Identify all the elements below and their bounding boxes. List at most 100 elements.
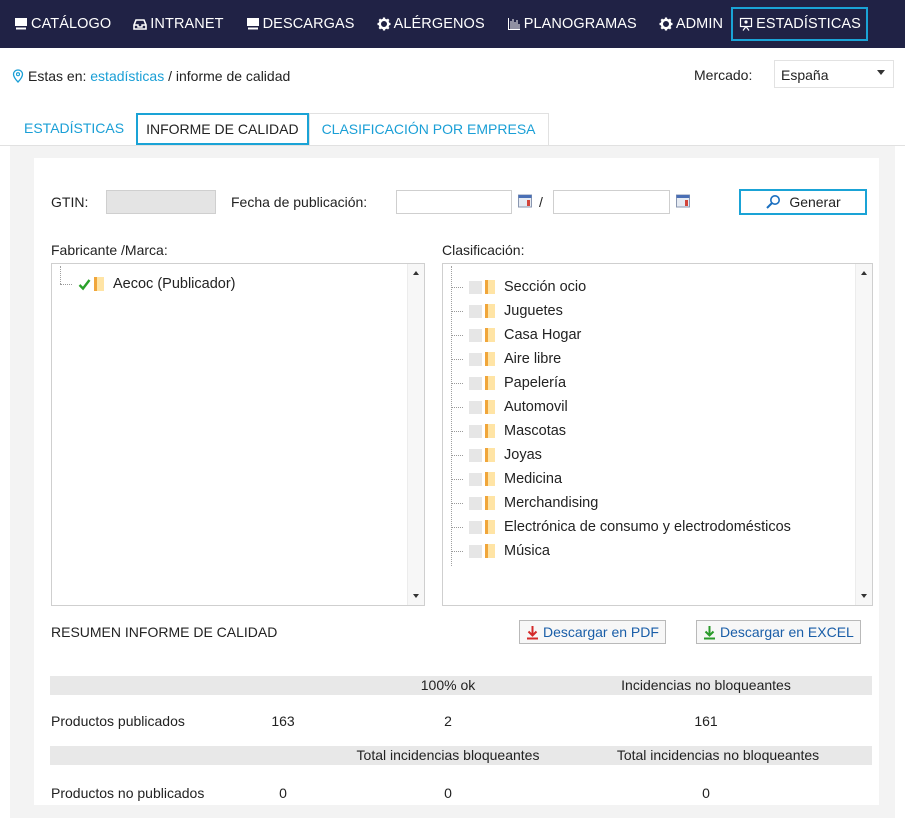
unpublished-blocking-count: 0: [444, 785, 452, 801]
tree-node-classification[interactable]: Aire libre: [451, 349, 561, 369]
download-excel-button[interactable]: Descargar en EXCEL: [696, 620, 861, 644]
nav-label: ALÉRGENOS: [393, 16, 485, 32]
gtin-input[interactable]: [106, 190, 216, 214]
tree-node-classification[interactable]: Mascotas: [451, 421, 566, 441]
scroll-down-icon[interactable]: [861, 594, 867, 598]
checkbox-unchecked[interactable]: [469, 400, 482, 414]
nav-item-alergenos[interactable]: ALÉRGENOS: [371, 7, 491, 41]
tree-node-label: Sección ocio: [504, 279, 587, 295]
generate-button-label: Generar: [789, 194, 841, 210]
tree-node-label: Joyas: [504, 447, 542, 463]
nav-item-estadisticas[interactable]: ESTADÍSTICAS: [731, 7, 868, 41]
checkmark-icon: [78, 278, 91, 290]
report-form: GTIN: Fecha de publicación: / Generar Fa…: [34, 158, 879, 805]
checkbox-unchecked[interactable]: [469, 352, 482, 366]
column-header-blocking: Total incidencias bloqueantes: [356, 747, 540, 763]
breadcrumb-bar: Estas en: estadísticas / informe de cali…: [0, 48, 905, 100]
scroll-up-icon[interactable]: [413, 271, 419, 275]
breadcrumb-link-estadisticas[interactable]: estadísticas: [90, 68, 164, 84]
published-count: 163: [271, 713, 295, 729]
date-to-input[interactable]: [553, 190, 670, 214]
folder-icon: [485, 448, 495, 462]
tree-node-label: Automovil: [504, 399, 568, 415]
tree-node-classification[interactable]: Sección ocio: [451, 277, 586, 297]
nav-item-admin[interactable]: ADMIN: [653, 7, 729, 41]
tree-node-label: Medicina: [504, 471, 563, 487]
date-separator: /: [539, 194, 543, 210]
column-header-total-nonblocking: Total incidencias no bloqueantes: [616, 747, 820, 763]
classification-label: Clasificación:: [442, 242, 525, 258]
tree-node-label: Mascotas: [504, 423, 567, 439]
folder-icon: [485, 280, 495, 294]
scrollbar[interactable]: [407, 264, 424, 605]
published-ok-count: 2: [444, 713, 452, 729]
gear-icon: [659, 17, 673, 31]
nav-label: CATÁLOGO: [31, 16, 112, 32]
tab-informe-de-calidad[interactable]: INFORME DE CALIDAD: [136, 113, 309, 145]
row-label-published: Productos publicados: [51, 713, 185, 729]
manufacturer-label: Fabricante /Marca:: [51, 242, 168, 258]
checkbox-unchecked[interactable]: [469, 424, 482, 438]
tree-node-classification[interactable]: Electrónica de consumo y electrodoméstic…: [451, 517, 791, 537]
monitor-icon: [15, 18, 27, 30]
nav-label: ADMIN: [675, 16, 724, 32]
location-pin-icon: [12, 69, 24, 83]
checkbox-unchecked[interactable]: [469, 448, 482, 462]
tree-node-classification[interactable]: Casa Hogar: [451, 325, 581, 345]
breadcrumb-current: / informe de calidad: [168, 68, 291, 84]
monitor-icon: [246, 18, 259, 30]
tree-node-classification[interactable]: Papelería: [451, 373, 566, 393]
tree-node-classification[interactable]: Medicina: [451, 469, 562, 489]
manufacturer-tree[interactable]: Aecoc (Publicador): [51, 263, 425, 606]
scrollbar[interactable]: [855, 264, 872, 605]
tab-clasificacion-por-empresa[interactable]: CLASIFICACIÓN POR EMPRESA: [308, 113, 549, 145]
search-icon: [766, 195, 781, 209]
nav-item-planogramas[interactable]: PLANOGRAMAS: [501, 7, 643, 41]
calendar-icon[interactable]: [518, 194, 532, 208]
folder-icon: [485, 376, 495, 390]
checkbox-unchecked[interactable]: [469, 376, 482, 390]
checkbox-checked[interactable]: [78, 278, 91, 291]
tree-node-classification[interactable]: Juguetes: [451, 301, 563, 321]
tree-node-label: Merchandising: [504, 495, 599, 511]
column-header-ok: 100% ok: [420, 677, 476, 693]
folder-icon: [485, 544, 495, 558]
tab-estadisticas[interactable]: ESTADÍSTICAS: [12, 113, 137, 145]
folder-icon: [485, 400, 495, 414]
published-nonblocking-count: 161: [694, 713, 718, 729]
tab-bar: ESTADÍSTICAS INFORME DE CALIDAD CLASIFIC…: [12, 113, 549, 145]
classification-tree[interactable]: Sección ocio Juguetes Casa Hogar Aire libre…: [442, 263, 873, 606]
tree-node-classification[interactable]: Merchandising: [451, 493, 598, 513]
unpublished-count: 0: [279, 785, 287, 801]
folder-icon: [94, 277, 104, 291]
presentation-icon: [739, 17, 753, 31]
nav-item-intranet[interactable]: INTRANET: [127, 7, 229, 41]
folder-icon: [485, 328, 495, 342]
tree-node-label: Aire libre: [504, 351, 562, 367]
checkbox-unchecked[interactable]: [469, 520, 482, 534]
bar-chart-icon: [507, 18, 520, 30]
download-icon: [704, 625, 715, 639]
unpublished-nonblocking-count: 0: [702, 785, 710, 801]
nav-item-catalogo[interactable]: CATÁLOGO: [8, 7, 117, 41]
checkbox-unchecked[interactable]: [469, 328, 482, 342]
scroll-up-icon[interactable]: [861, 271, 867, 275]
tree-node-label: Juguetes: [504, 303, 563, 319]
market-select[interactable]: España: [774, 60, 894, 88]
tree-node-classification[interactable]: Joyas: [451, 445, 542, 465]
tree-node-classification[interactable]: Automovil: [451, 397, 568, 417]
checkbox-unchecked[interactable]: [469, 472, 482, 486]
tree-node-classification[interactable]: Música: [451, 541, 550, 561]
generate-button[interactable]: Generar: [739, 189, 867, 215]
scroll-down-icon[interactable]: [413, 594, 419, 598]
checkbox-unchecked[interactable]: [469, 280, 482, 294]
nav-item-descargas[interactable]: DESCARGAS: [240, 7, 361, 41]
calendar-icon[interactable]: [676, 194, 690, 208]
tree-node-aecoc[interactable]: Aecoc (Publicador): [60, 274, 236, 294]
checkbox-unchecked[interactable]: [469, 544, 482, 558]
folder-icon: [485, 424, 495, 438]
download-pdf-button[interactable]: Descargar en PDF: [519, 620, 666, 644]
date-from-input[interactable]: [396, 190, 512, 214]
checkbox-unchecked[interactable]: [469, 304, 482, 318]
checkbox-unchecked[interactable]: [469, 496, 482, 510]
